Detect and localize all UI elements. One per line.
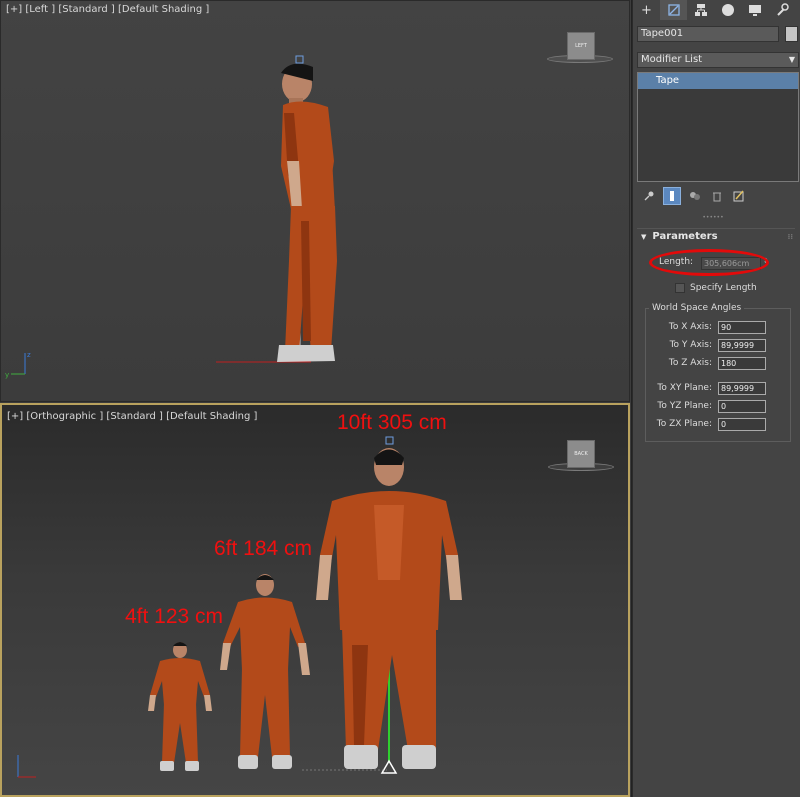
remove-modifier-trash-icon[interactable] bbox=[709, 188, 725, 204]
angle-value-field[interactable]: 0 bbox=[718, 418, 766, 431]
make-unique-icon[interactable] bbox=[687, 188, 703, 204]
annotation-6ft: 6ft 184 cm bbox=[214, 537, 313, 560]
modifier-stack[interactable]: Tape bbox=[637, 72, 799, 182]
object-color-swatch[interactable] bbox=[785, 26, 798, 42]
tape-target-marker bbox=[385, 436, 394, 445]
axis-z-label: z bbox=[27, 351, 31, 359]
angle-label: To XY Plane: bbox=[657, 383, 712, 393]
angle-row-x-axis: To X Axis: 90 bbox=[646, 321, 792, 335]
chevron-down-icon: ▼ bbox=[788, 55, 795, 64]
character-small bbox=[148, 642, 212, 771]
modify-tab-icon[interactable] bbox=[660, 0, 687, 20]
red-highlight-ellipse bbox=[649, 249, 769, 276]
axis-tripod: z y bbox=[5, 351, 31, 379]
viewport-left[interactable]: [+] [Left ] [Standard ] [Default Shading… bbox=[0, 0, 630, 402]
specify-length-checkbox[interactable] bbox=[675, 283, 685, 293]
create-tab-icon[interactable]: + bbox=[633, 0, 660, 20]
pin-stack-icon[interactable] bbox=[641, 188, 657, 204]
annotation-10ft: 10ft 305 cm bbox=[337, 411, 447, 434]
hierarchy-tab-icon[interactable] bbox=[687, 0, 714, 20]
angle-label: To YZ Plane: bbox=[657, 401, 712, 411]
viewport-orthographic[interactable]: [+] [Orthographic ] [Standard ] [Default… bbox=[0, 403, 630, 797]
character-medium bbox=[220, 574, 310, 769]
command-panel-tabs: + bbox=[633, 0, 800, 20]
angle-row-z-axis: To Z Axis: 180 bbox=[646, 357, 792, 371]
angle-label: To Y Axis: bbox=[669, 340, 712, 350]
angle-value-field[interactable]: 89,9999 bbox=[718, 339, 766, 352]
collapse-triangle-icon: ▼ bbox=[641, 233, 647, 241]
angle-row-yz-plane: To YZ Plane: 0 bbox=[646, 400, 792, 414]
display-tab-icon[interactable] bbox=[741, 0, 768, 20]
angle-value-field[interactable]: 90 bbox=[718, 321, 766, 334]
orthographic-scene bbox=[17, 436, 462, 778]
parameters-title: Parameters bbox=[652, 231, 718, 242]
specify-length-label: Specify Length bbox=[690, 283, 757, 293]
axis-y-label: y bbox=[5, 371, 9, 379]
modifier-list-label: Modifier List bbox=[641, 54, 703, 65]
utilities-wrench-icon[interactable] bbox=[768, 0, 795, 20]
annotation-4ft: 4ft 123 cm bbox=[125, 605, 224, 628]
rollout-pin-icon: ⁞⁞ bbox=[787, 233, 793, 241]
angle-row-xy-plane: To XY Plane: 89,9999 bbox=[646, 382, 792, 396]
panel-grip[interactable]: •••••• bbox=[693, 215, 733, 221]
angle-row-y-axis: To Y Axis: 89,9999 bbox=[646, 339, 792, 353]
character-side-view bbox=[277, 63, 337, 362]
angle-label: To ZX Plane: bbox=[656, 419, 712, 429]
motion-tab-icon[interactable] bbox=[714, 0, 741, 20]
configure-modifier-sets-icon[interactable] bbox=[731, 188, 747, 204]
left-view-scene: z y bbox=[5, 55, 337, 379]
axis-tripod bbox=[17, 755, 36, 778]
world-space-angles-title: World Space Angles bbox=[649, 303, 745, 313]
stack-toolbar bbox=[637, 186, 799, 206]
world-space-angles-group: To X Axis: 90 To Y Axis: 89,9999 To Z Ax… bbox=[645, 308, 791, 442]
command-panel: + Tape001 Modifier List ▼ Tape •••••• ▼ … bbox=[632, 0, 800, 797]
angle-label: To X Axis: bbox=[668, 322, 712, 332]
angle-label: To Z Axis: bbox=[668, 358, 712, 368]
parameters-rollout-header[interactable]: ▼ Parameters ⁞⁞ bbox=[637, 228, 795, 245]
angle-value-field[interactable]: 89,9999 bbox=[718, 382, 766, 395]
tape-target-marker bbox=[295, 55, 304, 64]
specify-length-row[interactable]: Specify Length bbox=[675, 283, 757, 293]
show-end-result-icon[interactable] bbox=[663, 187, 681, 205]
stack-item-tape[interactable]: Tape bbox=[638, 73, 798, 89]
angle-value-field[interactable]: 0 bbox=[718, 400, 766, 413]
angle-row-zx-plane: To ZX Plane: 0 bbox=[646, 418, 792, 432]
modifier-list-dropdown[interactable]: Modifier List ▼ bbox=[637, 52, 799, 68]
angle-value-field[interactable]: 180 bbox=[718, 357, 766, 370]
object-name-field[interactable]: Tape001 bbox=[637, 26, 779, 42]
